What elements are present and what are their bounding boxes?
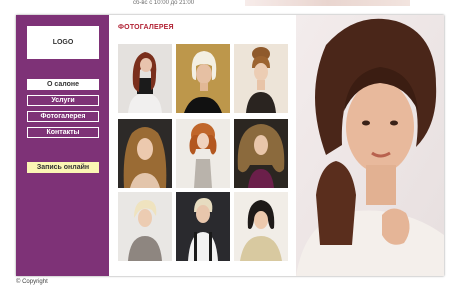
gallery-photo-2[interactable]	[176, 44, 230, 113]
logo[interactable]: LOGO	[27, 26, 99, 59]
gallery-title: ФОТОГАЛЕРЕЯ	[118, 24, 174, 31]
nav-about[interactable]: О салоне	[27, 79, 99, 90]
gallery-photo-5[interactable]	[176, 119, 230, 188]
copyright-text: © Copyright	[16, 279, 48, 285]
book-online-button[interactable]: Запись онлайн	[27, 162, 99, 173]
nav-gallery[interactable]: Фотогалерея	[27, 111, 99, 122]
gallery-photo-4[interactable]	[118, 119, 172, 188]
nav-contacts[interactable]: Контакты	[27, 127, 99, 138]
gallery-photo-7[interactable]	[118, 192, 172, 261]
working-hours: сб-вс с 10:00 до 21:00	[133, 0, 195, 6]
gallery-photo-8[interactable]	[176, 192, 230, 261]
gallery-photo-3[interactable]	[234, 44, 288, 113]
gallery-photo-1[interactable]	[118, 44, 172, 113]
gallery-photo-9[interactable]	[234, 192, 288, 261]
hero-image	[296, 15, 444, 276]
gallery-photo-6[interactable]	[234, 119, 288, 188]
top-photo-fragment	[245, 0, 410, 6]
nav-services[interactable]: Услуги	[27, 95, 99, 106]
